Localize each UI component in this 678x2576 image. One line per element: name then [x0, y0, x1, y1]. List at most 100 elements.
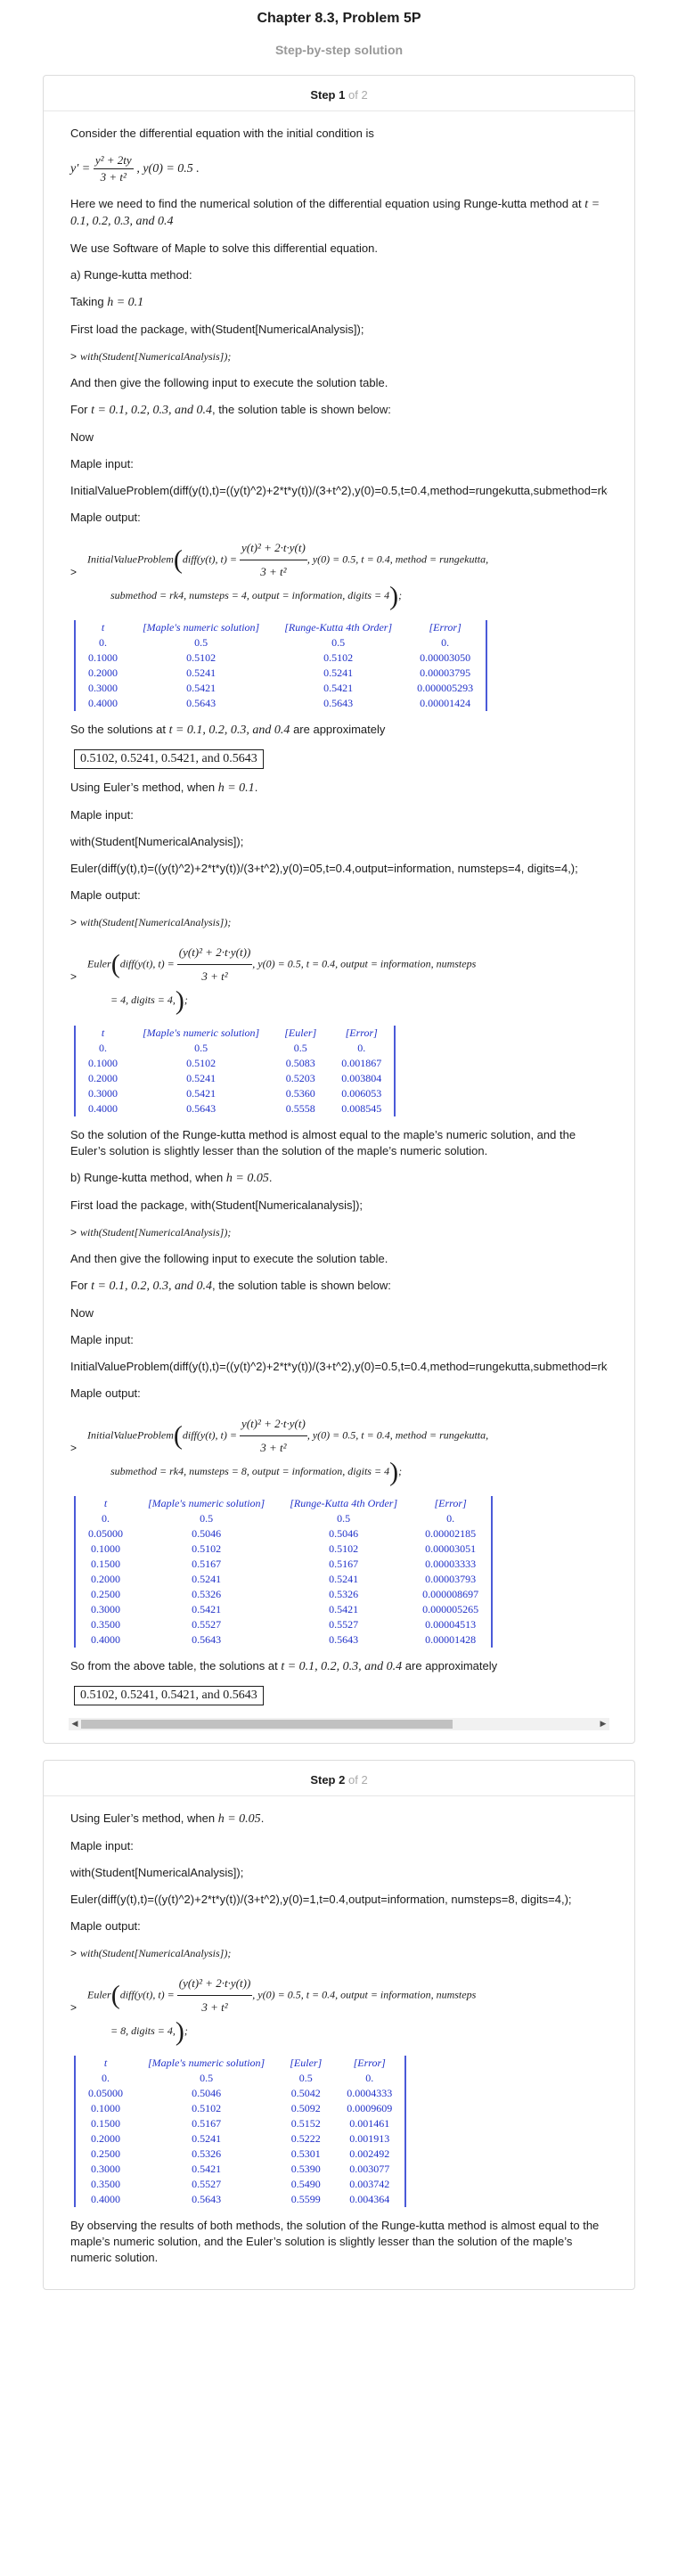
table-cell: 0.4000 — [88, 697, 118, 710]
table-cell: 0.5167 — [192, 2117, 222, 2130]
table-cell: 0.05000 — [88, 1526, 123, 1540]
table-cell: 0.000005293 — [417, 682, 474, 695]
table-cell: 0.5046 — [329, 1526, 359, 1540]
table-cell: 0.002492 — [349, 2147, 390, 2160]
text-so-solution-compare: So the solution of the Runge-kutta metho… — [70, 1127, 576, 1157]
text-part-b: b) Runge-kutta method, when h = 0.05. — [70, 1170, 273, 1185]
results-table-rk4-h005: t [Maple's numeric solution] [Runge-Kutta … — [74, 1495, 494, 1648]
maple-output-euler-s2: > Euler(diff(y(t), t) = (y(t)² + 2·t·y(t… — [70, 1972, 608, 2045]
table-cell: 0.1000 — [91, 1542, 120, 1555]
label-maple-output: Maple output: — [70, 511, 141, 524]
table-row: 0.3000 0.5421 0.5421 0.000005293 — [75, 681, 486, 696]
table-cell: 0. — [99, 1041, 107, 1054]
table-cell: 0.5421 — [186, 1086, 216, 1100]
table-cell: 0.5390 — [290, 2163, 321, 2175]
table-cell: 0.001461 — [349, 2117, 390, 2130]
maple-with-line: with(Student[NumericalAnalysis]); — [70, 835, 244, 849]
maple-with-command-s2: > with(Student[NumericalAnalysis]); — [70, 1946, 232, 1959]
table-cell: 0.5 — [337, 1511, 351, 1525]
label-maple-input-2: Maple input: — [70, 808, 134, 822]
table-cell: 0.1000 — [91, 2102, 120, 2114]
table-cell: 0.5102 — [192, 1542, 222, 1555]
table-cell: 0.5241 — [186, 666, 216, 680]
column-header: t — [103, 1496, 108, 1509]
table-cell: 0.5083 — [285, 1056, 315, 1069]
table-cell: 0.5490 — [290, 2178, 321, 2190]
table-cell: 0.5599 — [290, 2193, 321, 2205]
table-cell: 0.5102 — [329, 1542, 359, 1555]
table-cell: 0.5421 — [186, 682, 216, 695]
table-cell: 0.5527 — [329, 1617, 359, 1631]
results-table-euler-h005: t [Maple's numeric solution] [Euler] [Error… — [74, 2056, 407, 2207]
table-cell: 0.5421 — [323, 682, 354, 695]
column-header: [Euler] — [284, 1026, 317, 1039]
table-row: 0.05000 0.5046 0.5042 0.0004333 — [75, 2086, 405, 2101]
table-cell: 0.5102 — [186, 651, 216, 665]
table-cell: 0.2000 — [88, 666, 118, 680]
table-cell: 0.00003795 — [420, 666, 471, 680]
label-maple-output-3: Maple output: — [70, 1386, 141, 1400]
table-cell: 0.4000 — [91, 1632, 120, 1646]
text-consider: Consider the differential equation with … — [70, 127, 374, 140]
table-cell: 0.5241 — [186, 1071, 216, 1084]
table-cell: 0.5527 — [192, 2178, 222, 2190]
table-cell: 0.5326 — [329, 1587, 359, 1600]
table-cell: 0.1500 — [91, 2117, 120, 2130]
table-row: 0. 0.5 0.5 0. — [75, 1041, 395, 1056]
column-header: t — [101, 621, 105, 634]
table-row: 0. 0.5 0.5 0. — [75, 1511, 492, 1526]
table-cell: 0.00002185 — [425, 1526, 477, 1540]
text-observe: By observing the results of both methods… — [70, 2219, 600, 2264]
maple-output-rk4: > InitialValueProblem(diff(y(t), t) = y(… — [70, 536, 608, 609]
table-row: 0.3000 0.5421 0.5390 0.003077 — [75, 2162, 405, 2177]
column-header: [Maple's numeric solution] — [148, 1496, 265, 1509]
step-1-title: Step 1 of 2 — [44, 76, 634, 111]
table-cell: 0.5042 — [290, 2087, 321, 2099]
maple-output-rk4-h005: > InitialValueProblem(diff(y(t), t) = y(… — [70, 1412, 608, 1485]
table-header-row: t [Maple's numeric solution] [Runge-Kutta … — [75, 620, 486, 635]
text-so-solutions: So the solutions at t = 0.1, 0.2, 0.3, a… — [70, 723, 386, 738]
scrollbar-thumb[interactable] — [81, 1719, 453, 1729]
maple-with-command-3: > with(Student[NumericalAnalysis]); — [70, 1225, 232, 1239]
table-row: 0.1000 0.5102 0.5102 0.00003051 — [75, 1542, 492, 1557]
text-and-then: And then give the following input to exe… — [70, 376, 388, 389]
table-cell: 0.001913 — [349, 2132, 390, 2145]
table-cell: 0.5046 — [192, 1526, 222, 1540]
maple-with-command: > with(Student[NumericalAnalysis]); — [70, 350, 232, 363]
table-cell: 0.00001424 — [420, 697, 471, 710]
given-equation: y′ = y² + 2ty 3 + t² , y(0) = 0.5 . — [70, 153, 200, 184]
table-cell: 0.3000 — [91, 1602, 120, 1615]
table-cell: 0.2500 — [91, 1587, 120, 1600]
table-header-row: t [Maple's numeric solution] [Euler] [Error… — [75, 2056, 405, 2071]
table-cell: 0.5643 — [186, 697, 216, 710]
table-cell: 0.5301 — [290, 2147, 321, 2160]
table-cell: 0.3000 — [88, 682, 118, 695]
table-row: 0. 0.5 0.5 0. — [75, 635, 486, 650]
table-cell: 0.1000 — [88, 651, 118, 665]
table-cell: 0.000005265 — [422, 1602, 479, 1615]
results-table-rk4-h01: t [Maple's numeric solution] [Runge-Kutta … — [74, 620, 488, 712]
horizontal-scrollbar[interactable]: ◀ ▶ — [69, 1717, 609, 1730]
column-header: [Maple's numeric solution] — [143, 1026, 260, 1039]
table-cell: 0. — [357, 1041, 366, 1054]
table-cell: 0.5643 — [192, 2193, 222, 2205]
table-cell: 0. — [446, 1511, 455, 1525]
page-title: Chapter 8.3, Problem 5P — [257, 11, 421, 26]
scroll-left-icon[interactable]: ◀ — [69, 1719, 81, 1729]
table-cell: 0. — [102, 1511, 110, 1525]
table-cell: 0.5241 — [329, 1572, 359, 1585]
table-row: 0. 0.5 0.5 0. — [75, 2071, 405, 2086]
table-cell: 0.3500 — [91, 2178, 120, 2190]
maple-input-euler: Euler(diff(y(t),t)=((y(t)^2)+2*t*y(t))/(… — [70, 862, 578, 876]
results-table-euler-h01: t [Maple's numeric solution] [Euler] [Error… — [74, 1025, 396, 1116]
table-cell: 0.3000 — [91, 2163, 120, 2175]
text-for-t: For t = 0.1, 0.2, 0.3, and 0.4, the solu… — [70, 403, 391, 417]
column-header: [Error] — [353, 2057, 386, 2069]
maple-input-euler-s2: Euler(diff(y(t),t)=((y(t)^2)+2*t*y(t))/(… — [70, 1892, 572, 1906]
table-cell: 0.2000 — [91, 1572, 120, 1585]
table-row: 0.4000 0.5643 0.5599 0.004364 — [75, 2192, 405, 2207]
table-cell: 0.05000 — [88, 2087, 123, 2099]
scroll-right-icon[interactable]: ▶ — [597, 1719, 609, 1729]
table-row: 0.4000 0.5643 0.5643 0.00001424 — [75, 696, 486, 711]
text-use-maple: We use Software of Maple to solve this d… — [70, 241, 378, 255]
